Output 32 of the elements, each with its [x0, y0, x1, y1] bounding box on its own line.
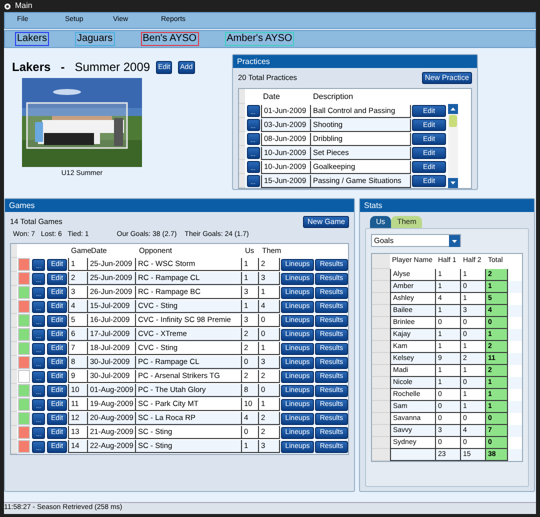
row-header — [372, 437, 390, 449]
panel-title: Games — [5, 199, 354, 212]
team-tab[interactable]: Lakers — [15, 32, 50, 46]
row-header — [372, 449, 390, 461]
column-header: Description — [312, 91, 354, 103]
team-tab[interactable]: Amber's AYSO — [224, 32, 294, 46]
column-header: Date — [262, 91, 281, 103]
row-header — [372, 254, 390, 269]
app-icon — [4, 2, 11, 10]
row-header — [372, 329, 390, 341]
row-header — [372, 377, 390, 389]
row-header — [372, 401, 390, 413]
scrollbar[interactable] — [448, 104, 458, 188]
team-tab[interactable]: Ben's AYSO — [140, 32, 199, 46]
row-header — [372, 281, 390, 293]
row-header — [372, 317, 390, 329]
row-header — [372, 305, 390, 317]
row-header — [372, 341, 390, 353]
row-header — [372, 293, 390, 305]
row-header — [372, 353, 390, 365]
separator: - — [60, 59, 65, 76]
row-header — [372, 425, 390, 437]
row-header — [372, 413, 390, 425]
team-name: Lakers — [12, 59, 51, 76]
panel-title: Practices — [233, 55, 477, 68]
row-header — [372, 365, 390, 377]
window-title: Main — [15, 0, 32, 12]
season-name: Summer 2009 — [74, 59, 150, 76]
panel-title: Stats — [360, 199, 534, 212]
row-header — [372, 389, 390, 401]
team-tab[interactable]: Jaguars — [75, 32, 115, 46]
row-header — [372, 269, 390, 281]
